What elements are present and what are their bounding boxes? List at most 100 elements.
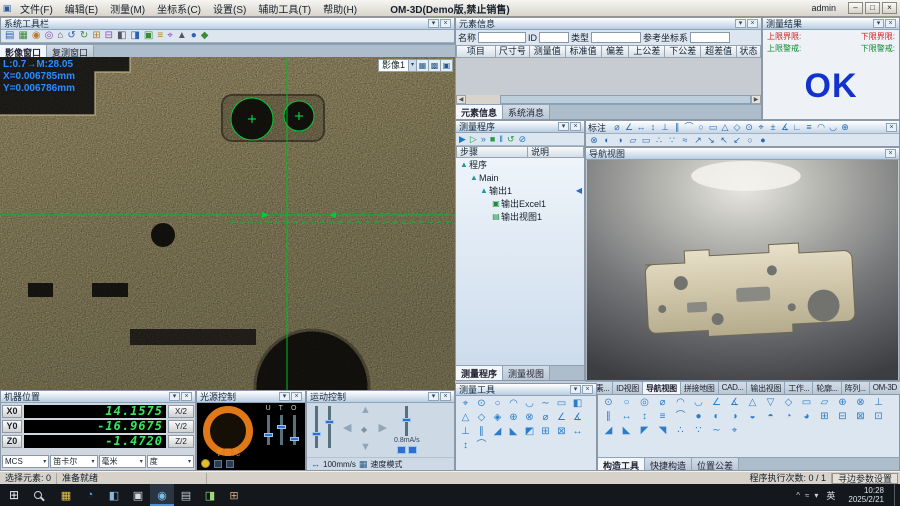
measure-tool-icon[interactable]: ◣ xyxy=(507,426,520,438)
annotation-icon[interactable]: ↙ xyxy=(731,134,743,146)
close-icon[interactable] xyxy=(582,385,593,394)
collapse-icon[interactable] xyxy=(169,392,180,401)
tray-icon[interactable]: ≈ xyxy=(805,491,809,500)
axis-half-button[interactable]: X/2 xyxy=(168,405,194,418)
tray-icon[interactable]: ^ xyxy=(796,491,800,500)
program-toolbar-icon[interactable]: ▶ xyxy=(459,134,466,145)
construct-tool-icon[interactable]: ◒ xyxy=(745,411,760,423)
measure-tool-icon[interactable]: ∠ xyxy=(555,412,568,424)
field-input[interactable] xyxy=(690,32,730,43)
measure-tool-icon[interactable]: ⊥ xyxy=(459,426,472,438)
construct-tool-icon[interactable]: ↕ xyxy=(637,411,652,423)
annotation-icon[interactable]: ∡ xyxy=(779,121,791,133)
taskbar-app-icon[interactable]: ▦ xyxy=(54,484,78,506)
menu-item[interactable]: 编辑(E) xyxy=(59,1,104,16)
menu-item[interactable]: 测量(M) xyxy=(104,1,151,16)
construct-tool-icon[interactable]: ⊕ xyxy=(835,397,850,409)
axis-zero-button[interactable]: Y0 xyxy=(2,420,22,433)
taskbar-app-icon[interactable]: ◔ xyxy=(78,484,102,506)
toolbar-icon[interactable]: ⊟ xyxy=(105,30,113,42)
construct-tool-icon[interactable]: ∥ xyxy=(601,411,616,423)
collapse-icon[interactable] xyxy=(558,122,569,131)
light-slider[interactable] xyxy=(280,415,283,445)
collapse-icon[interactable] xyxy=(428,392,439,401)
taskbar-app-icon[interactable]: ▤ xyxy=(174,484,198,506)
measure-tool-icon[interactable]: ◠ xyxy=(507,398,520,410)
axis-half-button[interactable]: Y/2 xyxy=(168,420,194,433)
construct-tool-icon[interactable]: ↔ xyxy=(619,411,634,423)
construct-tool-icon[interactable]: ⌖ xyxy=(727,425,742,437)
construct-tool-icon[interactable]: ⊟ xyxy=(835,411,850,423)
annotation-icon[interactable]: ∵ xyxy=(666,134,678,146)
toolbar-icon[interactable]: ◎ xyxy=(45,30,54,42)
menu-item[interactable]: 坐标系(C) xyxy=(151,1,207,16)
clock[interactable]: 10:28 2025/2/21 xyxy=(848,486,884,504)
motion-option-button[interactable] xyxy=(397,446,406,454)
tree-node-icon[interactable]: ▲ xyxy=(479,186,489,195)
scroll-right-icon[interactable]: ▶ xyxy=(751,95,761,104)
program-toolbar-icon[interactable]: » xyxy=(481,134,486,145)
annotation-icon[interactable]: ● xyxy=(757,134,769,146)
construct-tool-icon[interactable]: ◑ xyxy=(727,411,742,423)
measure-tool-icon[interactable]: ◧ xyxy=(571,398,584,410)
column-header[interactable]: 项目 xyxy=(456,45,496,58)
measure-tool-icon[interactable]: ∥ xyxy=(475,426,488,438)
measure-tool-icon[interactable]: ⊞ xyxy=(539,426,552,438)
close-icon[interactable] xyxy=(181,392,192,401)
coordinate-select[interactable]: 毫米 xyxy=(99,455,146,468)
annotation-icon[interactable]: ◇ xyxy=(731,121,743,133)
menu-item[interactable]: 辅助工具(T) xyxy=(252,1,317,16)
column-header[interactable]: 尺寸号 xyxy=(496,45,530,58)
annotation-icon[interactable]: ↔ xyxy=(635,121,647,133)
close-icon[interactable] xyxy=(440,19,451,28)
measure-tool-icon[interactable]: ∼ xyxy=(539,398,552,410)
view-tab[interactable]: OM-3D xyxy=(870,382,900,394)
measure-tool-icon[interactable]: ⌒ xyxy=(475,440,488,452)
measure-tool-icon[interactable]: ⊠ xyxy=(555,426,568,438)
annotation-icon[interactable]: ± xyxy=(767,121,779,133)
construct-tool-icon[interactable]: ◓ xyxy=(763,411,778,423)
view-tab[interactable]: 工作... xyxy=(785,382,813,394)
construct-tool-icon[interactable]: ◥ xyxy=(655,425,670,437)
annotation-icon[interactable]: ↕ xyxy=(647,121,659,133)
tree-node-label[interactable]: Main xyxy=(479,173,499,183)
measure-tool-icon[interactable]: ◈ xyxy=(491,412,504,424)
annotation-icon[interactable]: ⊗ xyxy=(588,134,600,146)
field-input[interactable] xyxy=(591,32,641,43)
annotation-icon[interactable]: ⊙ xyxy=(743,121,755,133)
program-column-header[interactable]: 说明 xyxy=(528,146,584,158)
taskbar-app-icon[interactable]: ▣ xyxy=(126,484,150,506)
tree-node-icon[interactable]: ▲ xyxy=(459,160,469,169)
construct-tool-icon[interactable]: ∵ xyxy=(691,425,706,437)
image-window-tab[interactable]: 复测窗口 xyxy=(47,45,94,57)
toolbar-icon[interactable]: ◧ xyxy=(117,30,126,42)
construct-tab[interactable]: 构造工具 xyxy=(598,458,645,470)
measure-tool-icon[interactable]: ⌖ xyxy=(459,398,472,410)
construct-tool-icon[interactable]: ∼ xyxy=(709,425,724,437)
toolbar-icon[interactable]: ◉ xyxy=(32,30,41,42)
annotation-icon[interactable]: ⌖ xyxy=(755,121,767,133)
annotation-icon[interactable]: ○ xyxy=(744,134,756,146)
construct-tool-icon[interactable]: ▭ xyxy=(799,397,814,409)
measure-tool-icon[interactable]: ⊕ xyxy=(507,412,520,424)
construct-tool-icon[interactable]: ◔ xyxy=(781,411,796,423)
close-icon[interactable] xyxy=(885,149,896,158)
camera-select[interactable]: 影像1 xyxy=(379,60,408,71)
toolbar-icon[interactable]: ◆ xyxy=(201,30,209,42)
field-input[interactable] xyxy=(539,32,569,43)
coordinate-select[interactable]: 笛卡尔 xyxy=(50,455,97,468)
tree-row[interactable]: ▲ Main xyxy=(456,171,584,184)
horizontal-scrollbar[interactable]: ◀ ▶ xyxy=(456,95,761,104)
toolbar-icon[interactable]: ↺ xyxy=(67,30,75,42)
jog-speed-slider[interactable] xyxy=(315,406,318,448)
lamp-option-button[interactable] xyxy=(226,460,234,468)
tree-node-label[interactable]: 程序 xyxy=(469,158,487,171)
construct-tab[interactable]: 位置公差 xyxy=(692,458,739,470)
annotation-icon[interactable]: ◡ xyxy=(827,121,839,133)
tree-row[interactable]: ▲ 输出1 ◀ xyxy=(456,184,584,197)
view-tab[interactable]: 轮廓... xyxy=(813,382,841,394)
construct-tool-icon[interactable]: ∴ xyxy=(673,425,688,437)
annotation-icon[interactable]: ∠ xyxy=(623,121,635,133)
annotation-icon[interactable]: ⊥ xyxy=(659,121,671,133)
construct-tool-icon[interactable]: ◡ xyxy=(691,397,706,409)
